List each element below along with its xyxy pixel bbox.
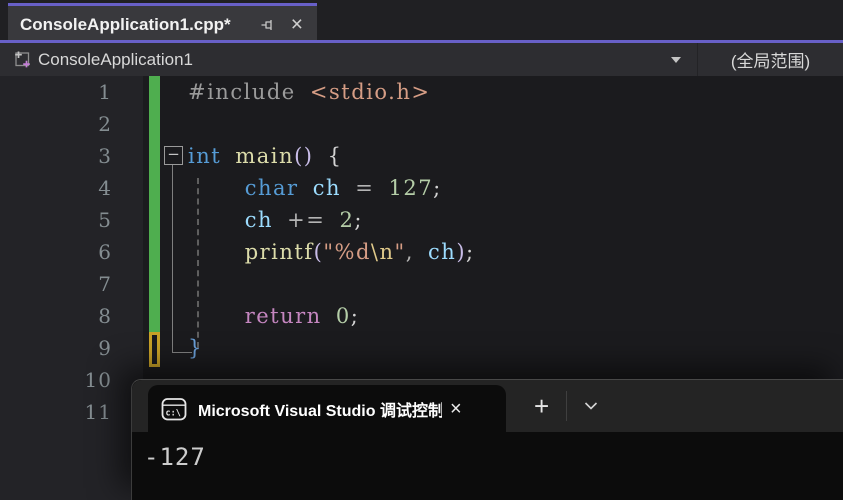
- change-tracking-bar-green: [149, 172, 160, 204]
- code-line-row[interactable]: 7: [0, 268, 843, 300]
- terminal-titlebar-divider: [566, 391, 567, 421]
- code-line-text: int main() {: [188, 144, 343, 168]
- project-scope-dropdown[interactable]: ConsoleApplication1: [38, 50, 193, 70]
- code-line-text: printf("%d\n", ch);: [244, 240, 475, 264]
- code-line-row[interactable]: 4 char ch = 127;: [0, 172, 843, 204]
- line-number[interactable]: 4: [0, 176, 112, 200]
- new-tab-button[interactable]: +: [524, 393, 559, 419]
- change-tracking-bar-green: [149, 300, 160, 332]
- chevron-down-icon[interactable]: [576, 396, 606, 417]
- code-lines-container: 1 #include <stdio.h> 2 3 int main() { 4 char …: [0, 76, 843, 428]
- change-tracking-bar-green: [149, 268, 160, 300]
- line-number[interactable]: 11: [0, 400, 112, 424]
- fold-extent-line: [172, 165, 192, 353]
- scope-dropdown[interactable]: (全局范围): [698, 47, 843, 72]
- terminal-output[interactable]: -127: [132, 432, 843, 471]
- pin-icon[interactable]: [260, 17, 276, 33]
- fold-collapse-icon[interactable]: −: [164, 146, 183, 165]
- line-number[interactable]: 1: [0, 80, 112, 104]
- change-tracking-bar-gold: [149, 332, 160, 367]
- line-number[interactable]: 6: [0, 240, 112, 264]
- code-line-row[interactable]: 2: [0, 108, 843, 140]
- terminal-tab-active[interactable]: c:\ Microsoft Visual Studio 调试控制台 ×: [148, 385, 506, 432]
- code-line-row[interactable]: 9}: [0, 332, 843, 367]
- code-line-row[interactable]: 8 return 0;: [0, 300, 843, 332]
- line-number[interactable]: 5: [0, 208, 112, 232]
- change-tracking-bar-green: [149, 140, 160, 172]
- change-tracking-bar-green: [149, 108, 160, 140]
- change-tracking-bar-green: [149, 204, 160, 236]
- terminal-tab-title: Microsoft Visual Studio 调试控制台: [198, 402, 442, 420]
- svg-text:c:\: c:\: [166, 408, 181, 418]
- code-line-row[interactable]: 5 ch += 2;: [0, 204, 843, 236]
- document-tab-active[interactable]: ConsoleApplication1.cpp* ×: [8, 3, 317, 43]
- line-number[interactable]: 10: [0, 368, 112, 392]
- debug-console-window[interactable]: c:\ Microsoft Visual Studio 调试控制台 × + -1…: [131, 379, 843, 500]
- cpp-project-icon: [13, 50, 32, 69]
- code-line-text: char ch = 127;: [244, 176, 442, 200]
- line-number[interactable]: 7: [0, 272, 112, 296]
- line-number[interactable]: 8: [0, 304, 112, 328]
- change-tracking-bar-green: [149, 76, 160, 108]
- command-prompt-icon: c:\: [161, 396, 187, 422]
- line-number[interactable]: 2: [0, 112, 112, 136]
- line-number[interactable]: 3: [0, 144, 112, 168]
- indent-guide-line: [197, 178, 199, 348]
- document-tab-bar: ConsoleApplication1.cpp* ×: [0, 0, 843, 43]
- code-line-row[interactable]: 1 #include <stdio.h>: [0, 76, 843, 108]
- line-number[interactable]: 9: [0, 336, 112, 360]
- code-line-row[interactable]: 3 int main() {: [0, 140, 843, 172]
- close-icon[interactable]: ×: [289, 14, 305, 35]
- change-tracking-bar-green: [149, 236, 160, 268]
- editor-navigation-bar: ConsoleApplication1 (全局范围): [0, 43, 843, 76]
- document-tab-title: ConsoleApplication1.cpp*: [20, 14, 231, 34]
- chevron-down-icon[interactable]: [671, 56, 681, 63]
- terminal-titlebar[interactable]: c:\ Microsoft Visual Studio 调试控制台 × +: [132, 380, 843, 432]
- code-line-row[interactable]: 6 printf("%d\n", ch);: [0, 236, 843, 268]
- close-icon[interactable]: ×: [444, 398, 468, 420]
